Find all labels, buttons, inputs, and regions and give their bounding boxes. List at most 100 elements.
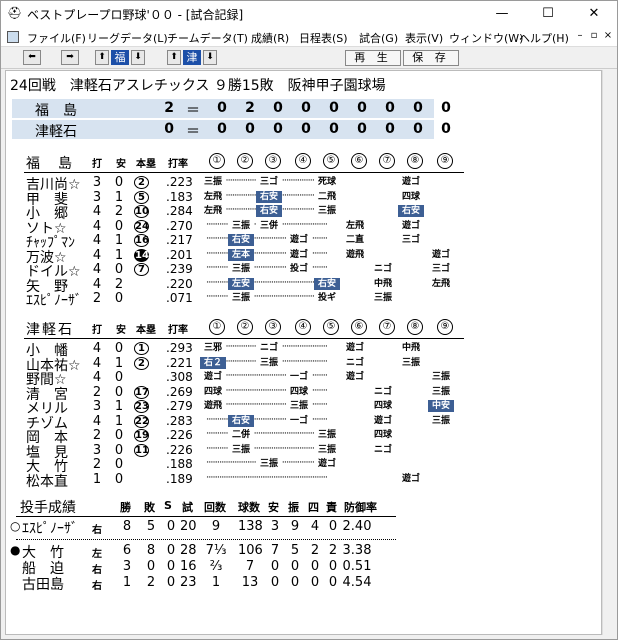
- menu-records[interactable]: 成績(R): [251, 30, 289, 46]
- dotted-leader: ········································…: [206, 371, 328, 381]
- pitching-stat: 0: [146, 559, 156, 574]
- at-bat-result: 三ゴ: [256, 176, 282, 188]
- at-bat-result: 左飛: [428, 277, 454, 290]
- at-bats: 4: [92, 233, 102, 248]
- mdi-close-icon[interactable]: ×: [601, 30, 615, 41]
- team2-down-button[interactable]: ⬇: [203, 50, 217, 65]
- home-run-count: 5: [134, 190, 149, 204]
- play-button[interactable]: 再 生: [345, 50, 401, 66]
- pitching-stat: 0: [328, 575, 338, 590]
- at-bat-result: ニゴ: [256, 342, 282, 354]
- menu-help[interactable]: ヘルプ(H): [519, 30, 569, 46]
- at-bat-result: 右２: [200, 356, 226, 369]
- inning-score: 0: [329, 100, 339, 116]
- menu-window[interactable]: ウィンドウ(W): [449, 30, 523, 46]
- minimize-button[interactable]: —: [479, 1, 525, 27]
- menu-schedule[interactable]: 日程表(S): [299, 30, 348, 46]
- maximize-button[interactable]: ☐: [525, 1, 571, 27]
- batting-average: .283: [166, 413, 193, 428]
- home-run-count: 17: [134, 385, 149, 399]
- team2-select[interactable]: 津: [183, 50, 201, 65]
- scoreboard-team-name: 津軽石: [35, 124, 77, 140]
- at-bat-result: 右安: [228, 414, 254, 427]
- hits: 0: [114, 384, 124, 400]
- at-bats: 2: [92, 291, 102, 306]
- at-bat-result: 三振: [228, 263, 254, 275]
- at-bat-result: 四球: [286, 385, 312, 398]
- pitching-stat: 2.40: [342, 519, 372, 534]
- menu-team-data[interactable]: チームデータ(T): [167, 30, 248, 46]
- inning-score: 2: [245, 100, 255, 116]
- pitching-stat: 3.38: [342, 543, 372, 558]
- pitching-stat: 1: [211, 575, 221, 590]
- home-run-count: 1: [134, 342, 149, 355]
- pitching-stat: 2: [146, 575, 156, 590]
- at-bat-result: 遊飛: [342, 248, 368, 261]
- at-bat-result: 左安: [228, 277, 254, 290]
- scoreboard-total: 0: [164, 121, 174, 137]
- scoreboard-row: 福 島 2 ＝ 0 2 0 0 0 0 0 0 0: [12, 99, 451, 119]
- home-run-count: 10: [134, 205, 149, 218]
- player-name: ｴｽﾋﾟﾉｰｻﾞ: [26, 293, 82, 309]
- pitching-stat: 0: [310, 575, 320, 590]
- batting-average: .226: [166, 428, 193, 442]
- menu-game[interactable]: 試合(G): [359, 30, 398, 46]
- pitching-stat: 16: [180, 559, 197, 574]
- at-bat-result: 遊ゴ: [286, 248, 312, 261]
- pitching-stat: 7⅓: [205, 543, 227, 558]
- pitching-stat: 5: [146, 519, 156, 534]
- vertical-scrollbar[interactable]: [602, 70, 616, 635]
- mdi-restore-icon[interactable]: ▫: [587, 30, 601, 41]
- inning-header-5: ⑤: [323, 319, 339, 335]
- column-header-avg: 打率: [168, 325, 188, 336]
- column-header-hr: 本塁: [136, 159, 156, 170]
- team1-down-button[interactable]: ⬇: [131, 50, 145, 65]
- menu-file[interactable]: ファイル(F): [27, 30, 86, 46]
- at-bat-result: 投ギ: [314, 292, 340, 304]
- pitching-column-header: 四: [308, 501, 319, 514]
- at-bat-result: 二併: [228, 429, 254, 441]
- column-header-h: 安: [116, 325, 126, 336]
- menu-view[interactable]: 表示(V): [405, 30, 443, 46]
- pitching-column-header: 球数: [238, 501, 260, 514]
- team1-select[interactable]: 福: [111, 50, 129, 65]
- home-run-count: 24: [134, 219, 149, 233]
- menu-league-data[interactable]: リーグデータ(L): [87, 30, 168, 46]
- home-run-count: 19: [134, 429, 149, 442]
- home-run-count: 2: [134, 176, 149, 189]
- at-bats: 4: [92, 218, 102, 234]
- column-header-h: 安: [116, 159, 126, 170]
- inning-score: 0: [385, 121, 395, 137]
- at-bats: 4: [92, 413, 102, 429]
- header-divider: [24, 338, 464, 339]
- hits: 0: [114, 262, 124, 277]
- pitcher-name: ｴｽﾋﾟﾉｰｻﾞ: [22, 521, 78, 537]
- at-bat-result: 右安: [256, 190, 282, 203]
- at-bat-result: 右安: [398, 205, 424, 217]
- batting-average: .239: [166, 262, 193, 276]
- next-game-button[interactable]: ➡: [61, 50, 79, 65]
- pitching-stat: 106: [238, 543, 263, 558]
- throwing-hand: 右: [92, 565, 102, 576]
- batting-average: .308: [166, 370, 193, 384]
- team1-up-button[interactable]: ⬆: [95, 50, 109, 65]
- hits: 1: [114, 355, 124, 371]
- inning-score: 0: [273, 121, 283, 137]
- pitching-stat: 2: [328, 543, 338, 558]
- scoreboard-team-name: 福 島: [35, 103, 77, 119]
- at-bat-result: 三振: [228, 292, 254, 304]
- inning-header-1: ①: [209, 153, 225, 169]
- save-button[interactable]: 保 存: [403, 50, 459, 66]
- inning-score: 0: [413, 100, 423, 116]
- mdi-minimize-icon[interactable]: –: [573, 30, 587, 41]
- pitching-column-header: 安: [268, 501, 279, 514]
- at-bat-result: 三併: [256, 219, 282, 232]
- team2-up-button[interactable]: ⬆: [167, 50, 181, 65]
- at-bat-result: ニゴ: [370, 263, 396, 275]
- prev-game-button[interactable]: ⬅: [23, 50, 41, 65]
- window-title: ベストプレープロ野球'００ - [試合記録]: [27, 8, 244, 22]
- close-button[interactable]: ✕: [571, 1, 617, 27]
- at-bats: 1: [92, 471, 102, 487]
- at-bat-result: 遊ゴ: [398, 176, 424, 188]
- at-bat-result: ニゴ: [370, 385, 396, 398]
